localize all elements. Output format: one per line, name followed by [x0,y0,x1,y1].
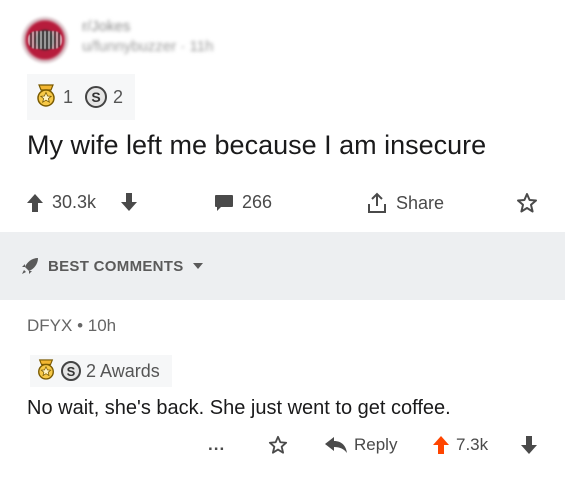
rocket-icon [22,258,38,274]
downvote-arrow-icon [521,436,537,454]
comment-award-button[interactable] [268,435,288,455]
reply-button[interactable]: Reply [324,435,397,455]
comment-upvote-button[interactable]: 7.3k [432,435,488,455]
gold-award-icon [35,83,57,112]
star-award-icon [268,435,288,454]
sort-dropdown[interactable]: BEST COMMENTS [20,256,204,276]
star-award-icon [517,193,537,213]
meta-separator: • [77,316,88,335]
post-author-time[interactable]: u/funnybuzzer · 11h [82,38,213,55]
comment-age: 10h [87,316,117,335]
post-header: r/Jokes u/funnybuzzer · 11h [0,0,565,70]
post-awards[interactable]: 1 S 2 [27,74,136,120]
gold-award-count: 1 [63,86,74,107]
comment-body: No wait, she's back. She just went to ge… [27,397,451,419]
comment-action-bar: ... Reply 7.3k [0,430,565,470]
silver-award-count: 2 [113,86,124,107]
comment-meta: DFYX • 10h [27,316,116,336]
comment-awards[interactable]: S 2 Awards [30,355,172,387]
comment-author[interactable]: DFYX [27,316,72,335]
gold-award-icon [36,358,56,385]
reply-label: Reply [354,435,398,454]
sort-label: BEST COMMENTS [48,257,184,275]
comment-bubble-icon [215,194,233,211]
upvote-arrow-icon [27,193,43,212]
comment-count: 266 [242,192,273,212]
save-button[interactable] [516,192,538,214]
comment-downvote-button[interactable] [520,435,538,455]
more-options-button[interactable]: ... [208,435,225,455]
chevron-down-icon [192,263,203,269]
silver-award-icon: S [61,361,81,381]
downvote-arrow-icon [121,193,137,211]
subreddit-name[interactable]: r/Jokes [82,18,130,35]
upvote-arrow-icon [433,436,449,454]
comment-score: 7.3k [456,435,489,454]
comment-sort-bar: BEST COMMENTS [0,232,565,300]
post-action-bar: 30.3k 266 Share [0,180,565,228]
comment-awards-label: 2 Awards [86,360,160,381]
avatar-graphic [28,31,62,49]
share-button[interactable]: Share [366,192,444,214]
share-icon [368,192,386,213]
upvote-button[interactable]: 30.3k [26,192,96,213]
downvote-button[interactable] [120,192,138,212]
silver-award-icon: S [85,86,108,108]
comments-button[interactable]: 266 [214,192,272,213]
reply-arrow-icon [325,437,347,453]
share-label: Share [396,192,445,213]
post-score: 30.3k [52,192,97,212]
post-title[interactable]: My wife left me because I am insecure [27,130,486,161]
